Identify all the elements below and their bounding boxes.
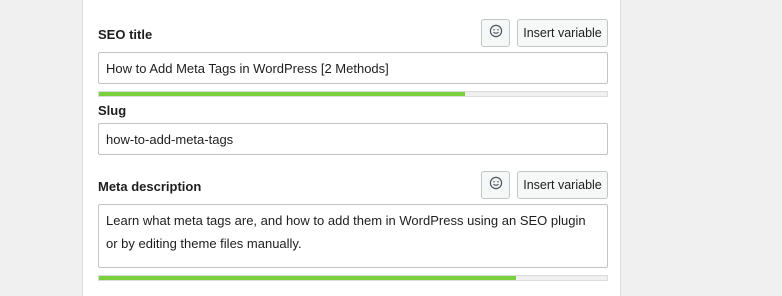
meta-description-progress-bar <box>98 275 608 281</box>
smiley-face-icon <box>489 24 503 43</box>
slug-input[interactable]: how-to-add-meta-tags <box>98 123 608 155</box>
meta-description-progress-fill <box>99 276 516 280</box>
seo-title-label: SEO title <box>98 27 153 42</box>
smiley-face-icon <box>489 176 503 195</box>
seo-settings-panel: SEO title Insert variable How to Add Met… <box>82 0 621 296</box>
meta-description-insert-variable-button[interactable]: Insert variable <box>517 171 608 199</box>
seo-title-insert-variable-button[interactable]: Insert variable <box>517 19 608 47</box>
seo-title-section: SEO title Insert variable How to Add Met… <box>98 0 608 100</box>
seo-title-progress-bar <box>98 91 608 97</box>
slug-label: Slug <box>98 103 127 118</box>
meta-description-label: Meta description <box>98 179 202 194</box>
seo-title-progress-fill <box>99 92 465 96</box>
meta-description-section: Meta description Insert variable Learn w… <box>98 160 608 296</box>
slug-section: Slug how-to-add-meta-tags <box>98 100 608 160</box>
seo-title-emoji-button[interactable] <box>481 19 510 47</box>
meta-description-emoji-button[interactable] <box>481 171 510 199</box>
meta-description-textarea[interactable]: Learn what meta tags are, and how to add… <box>98 204 608 268</box>
seo-title-input[interactable]: How to Add Meta Tags in WordPress [2 Met… <box>98 52 608 84</box>
